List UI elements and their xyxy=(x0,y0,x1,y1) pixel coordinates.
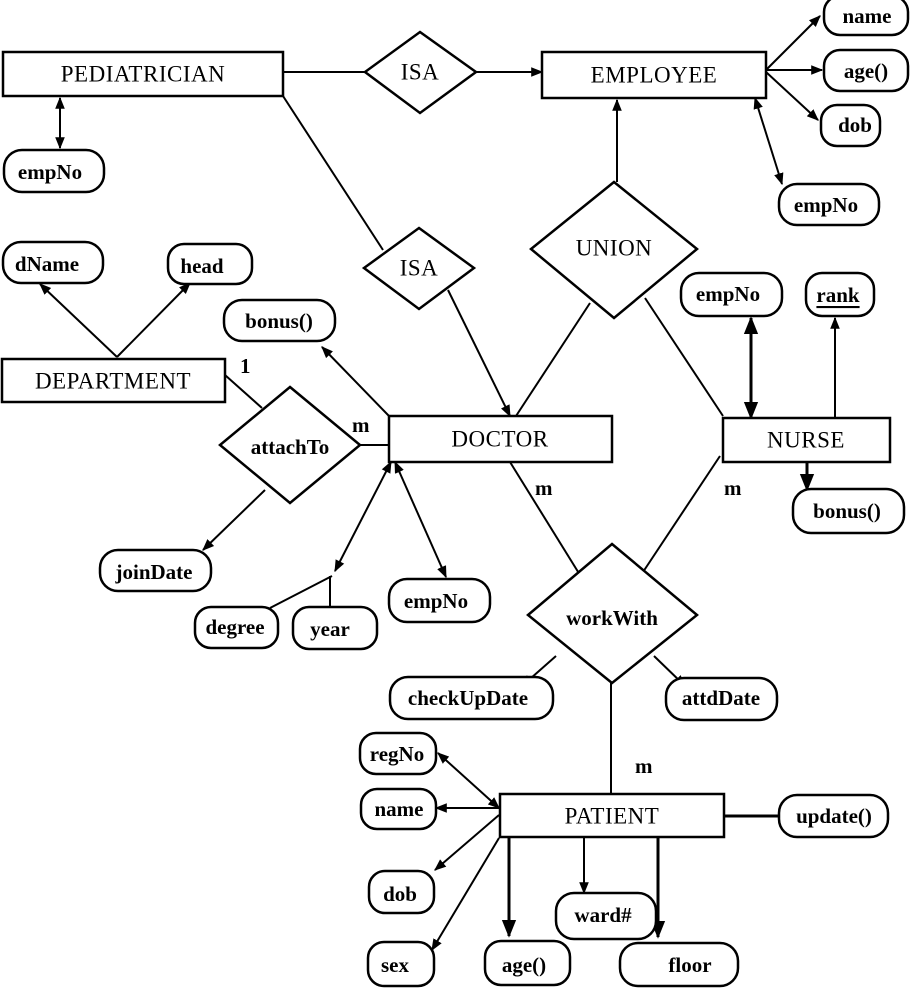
attribute-label: age() xyxy=(844,59,888,83)
relationship-workwith[interactable]: workWith xyxy=(526,542,699,685)
cardinality-nurse-workwith: m xyxy=(724,476,742,500)
entity-patient[interactable]: PATIENT xyxy=(498,792,726,839)
attribute-pediatrician-empno[interactable]: empNo xyxy=(2,148,106,194)
entity-department[interactable]: DEPARTMENT xyxy=(0,357,227,404)
attribute-nurse-empno[interactable]: empNo xyxy=(679,271,784,318)
connector-pediatrician-isa-mid xyxy=(282,95,384,251)
attribute-doctor-empno[interactable]: empNo xyxy=(387,577,492,624)
connector-doctor-bonus xyxy=(321,346,390,417)
entity-nurse-label: NURSE xyxy=(767,428,845,453)
attribute-department-head[interactable]: head xyxy=(166,242,254,286)
attribute-patient-ward[interactable]: ward# xyxy=(554,891,658,941)
attribute-label: regNo xyxy=(370,742,424,766)
attribute-patient-update[interactable]: update() xyxy=(777,793,890,839)
attribute-workwith-checkupdate[interactable]: checkUpDate xyxy=(388,675,555,721)
attribute-patient-name[interactable]: name xyxy=(359,787,438,831)
attribute-label: empNo xyxy=(404,589,468,613)
cardinality-patient-workwith: m xyxy=(635,754,653,778)
connector-department-attachto xyxy=(224,374,263,409)
attribute-label: bonus() xyxy=(245,309,313,333)
entity-employee[interactable]: EMPLOYEE xyxy=(540,50,768,100)
attribute-label: sex xyxy=(381,953,409,977)
entity-department-label: DEPARTMENT xyxy=(35,369,191,394)
attribute-patient-dob[interactable]: dob xyxy=(367,869,436,915)
entity-pediatrician-label: PEDIATRICIAN xyxy=(61,62,225,87)
connector-patient-dob xyxy=(434,814,500,871)
attribute-label: rank xyxy=(816,283,860,307)
relationship-union-label: UNION xyxy=(576,236,653,261)
relationship-attachto[interactable]: attachTo xyxy=(218,385,362,505)
attribute-patient-age[interactable]: age() xyxy=(483,939,572,987)
attribute-label: dName xyxy=(15,252,79,276)
connector-employee-dob xyxy=(765,71,819,121)
attribute-doctor-year[interactable]: year xyxy=(291,605,379,651)
cardinality-department-attachto: 1 xyxy=(240,354,251,378)
attribute-label: head xyxy=(180,254,224,278)
attribute-label: floor xyxy=(668,953,711,977)
er-diagram: PEDIATRICIAN EMPLOYEE DEPARTMENT DOCTOR … xyxy=(0,0,910,988)
connector-department-head xyxy=(116,282,191,358)
attribute-patient-regno[interactable]: regNo xyxy=(358,731,438,776)
entity-pediatrician[interactable]: PEDIATRICIAN xyxy=(1,50,285,98)
attribute-doctor-bonus[interactable]: bonus() xyxy=(222,298,337,343)
connector-isa-doctor xyxy=(447,289,511,418)
attribute-label: attdDate xyxy=(682,686,760,710)
attribute-label: age() xyxy=(502,953,546,977)
attribute-doctor-degree[interactable]: degree xyxy=(193,605,280,650)
connector-doctor-degree-year xyxy=(334,460,392,573)
entity-doctor[interactable]: DOCTOR xyxy=(387,414,614,464)
attribute-label: degree xyxy=(205,615,264,639)
connector-department-dname xyxy=(39,283,118,358)
cardinality-doctor-attachto: m xyxy=(352,413,370,437)
cardinality-doctor-workwith: m xyxy=(535,476,553,500)
entity-doctor-label: DOCTOR xyxy=(451,427,548,452)
attribute-label: name xyxy=(375,797,424,821)
attribute-patient-floor[interactable]: floor xyxy=(618,941,740,988)
attribute-label: update() xyxy=(796,804,872,828)
attribute-label: checkUpDate xyxy=(408,686,528,710)
entity-patient-label: PATIENT xyxy=(565,804,660,829)
relationship-isa-mid[interactable]: ISA xyxy=(361,226,477,311)
relationship-isa-top-label: ISA xyxy=(401,60,440,85)
attribute-label: year xyxy=(310,617,350,641)
attribute-nurse-rank[interactable]: rank xyxy=(804,271,876,318)
attribute-nurse-bonus[interactable]: bonus() xyxy=(791,487,906,535)
attribute-label: name xyxy=(843,4,892,28)
connector-doctor-empno xyxy=(394,460,447,579)
attribute-label: dob xyxy=(383,882,417,906)
relationship-isa-mid-label: ISA xyxy=(400,256,439,281)
attribute-employee-dob[interactable]: dob xyxy=(819,103,882,148)
relationship-union[interactable]: UNION xyxy=(529,180,699,320)
relationship-attachto-label: attachTo xyxy=(251,435,330,459)
relationship-workwith-label: workWith xyxy=(566,606,658,630)
connector-employee-empno xyxy=(753,96,784,186)
attribute-department-dname[interactable]: dName xyxy=(1,240,105,285)
attribute-label: empNo xyxy=(794,193,858,217)
connector-attachto-joindate xyxy=(202,489,266,551)
connector-employee-name xyxy=(765,15,821,71)
attribute-label: empNo xyxy=(696,282,760,306)
connector-nurse-workwith xyxy=(642,455,721,573)
attribute-employee-age[interactable]: age() xyxy=(822,48,910,93)
attribute-label: ward# xyxy=(574,903,632,927)
connector-patient-regno xyxy=(437,752,500,809)
connector-patient-sex xyxy=(431,837,500,952)
connector-union-doctor xyxy=(515,302,591,417)
entity-nurse[interactable]: NURSE xyxy=(721,416,892,464)
attribute-workwith-attddate[interactable]: attdDate xyxy=(664,676,779,722)
attribute-label: joinDate xyxy=(115,560,193,584)
attribute-employee-empno[interactable]: empNo xyxy=(777,182,881,227)
connector-branch-degree xyxy=(269,575,333,609)
attribute-label: bonus() xyxy=(813,499,881,523)
attribute-label: empNo xyxy=(18,160,82,184)
attribute-attachto-joindate[interactable]: joinDate xyxy=(98,548,213,593)
attribute-label: dob xyxy=(838,113,872,137)
entity-employee-label: EMPLOYEE xyxy=(591,63,718,88)
attribute-patient-sex[interactable]: sex xyxy=(366,940,436,988)
relationship-isa-top[interactable]: ISA xyxy=(362,30,479,115)
attribute-employee-name[interactable]: name xyxy=(822,0,910,37)
